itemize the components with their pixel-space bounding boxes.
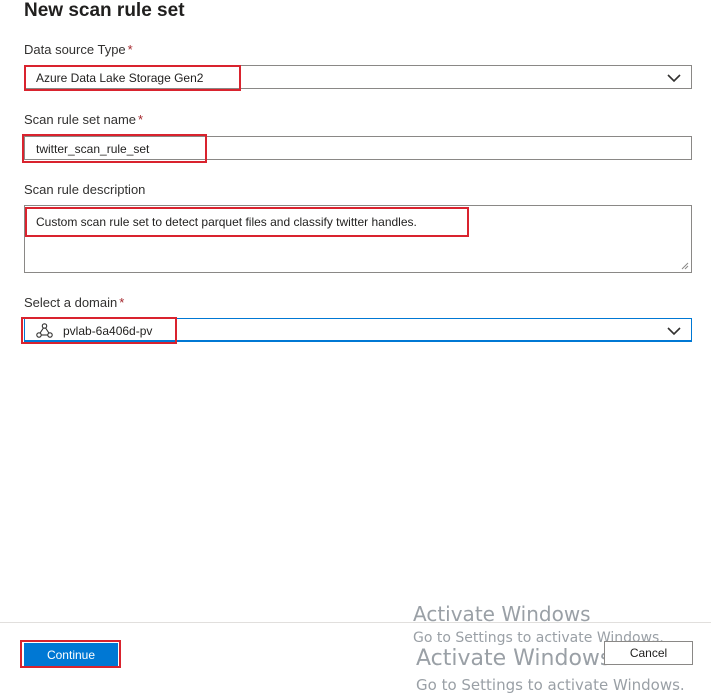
activate-windows-watermark: Go to Settings to activate Windows.: [416, 676, 685, 694]
footer-divider: [0, 622, 711, 623]
scan-rule-set-name-label: Scan rule set name *: [24, 112, 143, 127]
scan-rule-description-value: Custom scan rule set to detect parquet f…: [36, 215, 417, 229]
chevron-down-icon: [667, 327, 681, 336]
domain-label-text: Select a domain: [24, 295, 118, 310]
required-mark: *: [119, 295, 125, 310]
scan-rule-set-name-input[interactable]: twitter_scan_rule_set: [24, 136, 692, 160]
required-mark: *: [138, 112, 144, 127]
domain-dropdown[interactable]: pvlab-6a406d-pv: [24, 318, 692, 342]
scan-rule-description-label: Scan rule description: [24, 182, 146, 197]
resize-handle-icon[interactable]: [681, 262, 689, 270]
domain-value: pvlab-6a406d-pv: [63, 324, 153, 338]
scan-rule-set-name-label-text: Scan rule set name: [24, 112, 137, 127]
required-mark: *: [127, 42, 133, 57]
scan-rule-description-textarea[interactable]: Custom scan rule set to detect parquet f…: [24, 205, 692, 273]
scan-rule-set-name-value: twitter_scan_rule_set: [36, 142, 150, 156]
chevron-down-icon: [667, 74, 681, 83]
continue-button[interactable]: Continue: [24, 643, 118, 667]
domain-label: Select a domain *: [24, 295, 124, 310]
data-source-type-dropdown[interactable]: Azure Data Lake Storage Gen2: [24, 65, 692, 89]
data-source-type-label-text: Data source Type: [24, 42, 126, 57]
cancel-button[interactable]: Cancel: [604, 641, 693, 665]
panel-title: New scan rule set: [24, 0, 185, 21]
domain-network-icon: [36, 323, 53, 338]
data-source-type-value: Azure Data Lake Storage Gen2: [36, 71, 204, 85]
activate-windows-watermark: Activate Windows: [416, 646, 612, 671]
activate-windows-watermark: Activate Windows: [413, 602, 591, 626]
data-source-type-label: Data source Type *: [24, 42, 133, 57]
